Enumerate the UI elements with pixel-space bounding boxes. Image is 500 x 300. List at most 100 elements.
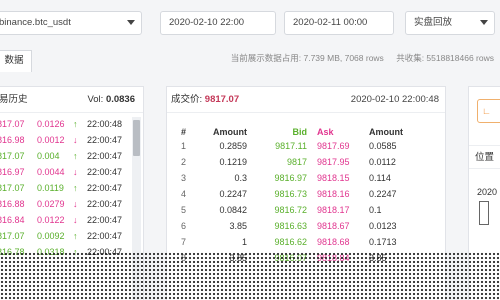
end-time-value: 2020-02-11 00:00 bbox=[293, 17, 368, 28]
data-info: 当前展示数据占用: 7.739 MB, 7068 rows 共收集: 55188… bbox=[221, 52, 494, 64]
scrollbar-thumb[interactable] bbox=[133, 120, 140, 156]
bid-price: 9816.97 bbox=[274, 173, 307, 183]
chevron-down-icon bbox=[127, 20, 135, 25]
trade-time: 22:00:47 bbox=[87, 183, 123, 193]
trade-price: 817.07 bbox=[0, 183, 25, 193]
header-ask: Ask bbox=[317, 127, 334, 137]
last-price-label: 成交价: bbox=[171, 94, 203, 105]
order-book-row: 5 0.0842 9816.72 9818.17 0.1 bbox=[167, 203, 445, 217]
trade-time: 22:00:47 bbox=[87, 215, 123, 225]
ask-amount: 0.1 bbox=[369, 205, 382, 215]
ask-amount: 0.1713 bbox=[369, 237, 397, 247]
row-index: 4 bbox=[181, 189, 187, 199]
trade-qty: 0.0092 bbox=[37, 231, 65, 241]
row-index: 5 bbox=[181, 205, 187, 215]
row-index: 1 bbox=[181, 141, 187, 151]
position-label: 位置 bbox=[475, 152, 495, 163]
trade-qty: 0.0119 bbox=[37, 183, 64, 193]
symbol-value: binance.btc_usdt bbox=[0, 17, 71, 28]
bid-amount: 1 bbox=[241, 237, 247, 247]
last-price: 成交价: 9817.07 bbox=[171, 87, 239, 113]
trade-qty: 0.0279 bbox=[37, 199, 65, 209]
order-book-row: 3 0.3 9816.97 9818.15 0.114 bbox=[167, 171, 445, 185]
position-header: 位置 bbox=[469, 145, 500, 169]
trade-direction-icon: ↑ bbox=[73, 183, 78, 193]
bid-price: 9816.72 bbox=[274, 205, 307, 215]
trade-row: 816.84 0.0122 ↓ 22:00:47 bbox=[0, 213, 137, 227]
header-bid: Bid bbox=[292, 127, 308, 137]
memory-info: 当前展示数据占用: 7.739 MB, 7068 rows bbox=[230, 53, 384, 63]
ask-amount: 0.0112 bbox=[369, 157, 396, 167]
trade-price: 816.98 bbox=[0, 135, 25, 145]
tab-data[interactable]: 数据 bbox=[0, 50, 32, 72]
trade-price: 816.88 bbox=[0, 199, 25, 209]
chevron-down-icon bbox=[480, 20, 488, 25]
order-book-datetime: 2020-02-10 22:00:48 bbox=[350, 94, 439, 105]
bid-amount: 0.2859 bbox=[219, 141, 247, 151]
bid-amount: 0.3 bbox=[234, 173, 247, 183]
trade-time: 22:00:47 bbox=[87, 199, 123, 209]
trade-direction-icon: ↓ bbox=[73, 135, 78, 145]
ask-price: 9817.69 bbox=[317, 141, 350, 151]
bid-price: 9817.11 bbox=[275, 141, 307, 151]
trade-row: 816.88 0.0279 ↓ 22:00:47 bbox=[0, 197, 137, 211]
mode-select[interactable]: 实盘回放 bbox=[405, 11, 495, 35]
total-info: 共收集: 5518818466 rows bbox=[396, 53, 494, 63]
order-book-row: 4 0.2247 9816.73 9818.16 0.2247 bbox=[167, 187, 445, 201]
bid-amount: 0.0842 bbox=[219, 205, 247, 215]
ask-price: 9817.95 bbox=[317, 157, 350, 167]
last-price-value: 9817.07 bbox=[204, 94, 240, 105]
position-year: 2020 bbox=[477, 187, 498, 197]
start-time-value: 2020-02-10 22:00 bbox=[169, 17, 245, 28]
ask-price: 9818.67 bbox=[317, 221, 350, 231]
trade-qty: 0.004 bbox=[37, 151, 60, 161]
bid-amount: 0.2247 bbox=[219, 189, 247, 199]
ask-price: 9818.16 bbox=[317, 189, 350, 199]
trade-direction-icon: ↓ bbox=[73, 215, 78, 225]
orange-action-button[interactable]: ∟ bbox=[477, 99, 500, 123]
trade-qty: 0.0126 bbox=[37, 119, 65, 129]
order-book-row: 2 0.1219 9817 9817.95 0.0112 bbox=[167, 155, 445, 169]
symbol-select[interactable]: binance.btc_usdt bbox=[0, 11, 142, 35]
trade-time: 22:00:47 bbox=[87, 151, 123, 161]
order-book-column-headers: # Amount Bid Ask Amount bbox=[167, 125, 445, 139]
trade-history-title: 易历史 bbox=[0, 94, 28, 105]
tab-strip: 数据 当前展示数据占用: 7.739 MB, 7068 rows 共收集: 55… bbox=[0, 46, 500, 74]
tab-label: 数据 bbox=[4, 55, 24, 66]
action-button-label: ∟ bbox=[482, 106, 491, 116]
header-amount-ask: Amount bbox=[369, 127, 403, 137]
order-book-row: 6 3.85 9816.63 9818.67 0.0123 bbox=[167, 219, 445, 233]
mode-value: 实盘回放 bbox=[414, 17, 453, 28]
trade-time: 22:00:47 bbox=[87, 135, 123, 145]
bid-amount: 0.1219 bbox=[219, 157, 247, 167]
trade-qty: 0.0044 bbox=[37, 167, 65, 177]
trade-history-header: 易历史 Vol: 0.0836 bbox=[0, 87, 143, 113]
start-time-input[interactable]: 2020-02-10 22:00 bbox=[160, 11, 276, 35]
trade-time: 22:00:47 bbox=[87, 231, 123, 241]
trade-time: 22:00:48 bbox=[87, 119, 123, 129]
trade-row: 817.07 0.0126 ↑ 22:00:48 bbox=[0, 117, 137, 131]
trade-time: 22:00:47 bbox=[87, 167, 123, 177]
header-amount: Amount bbox=[213, 127, 247, 137]
trade-row: 817.07 0.0119 ↑ 22:00:47 bbox=[0, 181, 137, 195]
trade-direction-icon: ↑ bbox=[73, 231, 78, 241]
row-index: 2 bbox=[181, 157, 187, 167]
ask-price: 9818.68 bbox=[317, 237, 350, 247]
trade-row: 817.07 0.004 ↑ 22:00:47 bbox=[0, 149, 137, 163]
ask-amount: 0.2247 bbox=[369, 189, 397, 199]
volume-label: Vol: bbox=[87, 94, 104, 105]
volume-value: 0.0836 bbox=[105, 94, 135, 105]
trade-price: 816.84 bbox=[0, 215, 25, 225]
row-index: 3 bbox=[181, 173, 187, 183]
volume-readout: Vol: 0.0836 bbox=[87, 87, 135, 113]
trade-price: 817.07 bbox=[0, 231, 25, 241]
trade-row: 816.98 0.0012 ↓ 22:00:47 bbox=[0, 133, 137, 147]
bid-price: 9816.73 bbox=[274, 189, 307, 199]
end-time-input[interactable]: 2020-02-11 00:00 bbox=[284, 11, 394, 35]
ask-price: 9818.17 bbox=[317, 205, 350, 215]
row-index: 6 bbox=[181, 221, 187, 231]
trade-price: 816.97 bbox=[0, 167, 25, 177]
header-index: # bbox=[181, 127, 187, 137]
bid-price: 9816.62 bbox=[274, 237, 307, 247]
trade-row: 817.07 0.0092 ↑ 22:00:47 bbox=[0, 229, 137, 243]
